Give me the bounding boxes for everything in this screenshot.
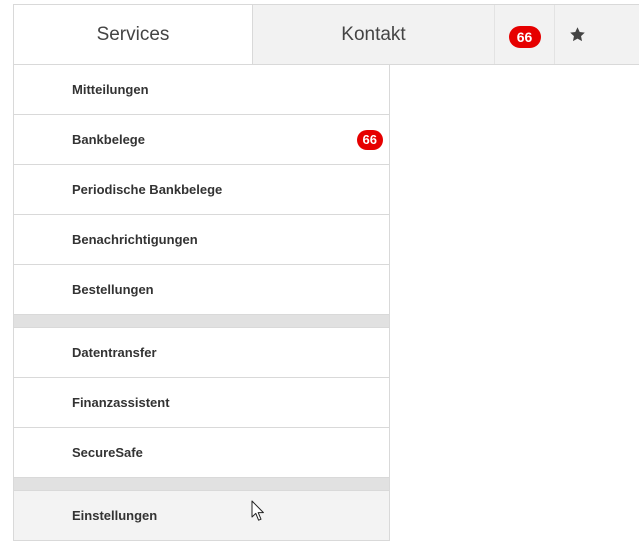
menu-item-label: Benachrichtigungen [72,232,198,247]
menu-separator [14,478,389,491]
tab-kontakt-label: Kontakt [341,23,406,45]
tab-services[interactable]: Services [13,5,253,64]
menu-item-label: SecureSafe [72,445,143,460]
menu-item-label: Einstellungen [72,508,158,523]
menu-item-label: Bestellungen [72,282,154,297]
menu-item-finanzassistent[interactable]: Finanzassistent [14,378,389,428]
menu-item-mitteilungen[interactable]: Mitteilungen [14,65,389,115]
top-navigation: Services Kontakt 66 [13,4,639,65]
bankbelege-count-badge: 66 [356,129,383,150]
notifications-count-badge: 66 [508,25,541,48]
menu-item-label: Datentransfer [72,345,157,360]
tab-services-label: Services [96,23,170,45]
menu-item-datentransfer[interactable]: Datentransfer [14,328,389,378]
menu-item-label: Mitteilungen [72,82,149,97]
menu-item-securesafe[interactable]: SecureSafe [14,428,389,478]
tab-kontakt[interactable]: Kontakt [253,5,495,64]
menu-item-periodische-bankbelege[interactable]: Periodische Bankbelege [14,165,389,215]
mouse-pointer-icon [251,500,265,522]
menu-item-label: Bankbelege [72,132,145,147]
menu-separator [14,315,389,328]
menu-item-label: Finanzassistent [72,395,170,410]
star-icon [569,26,586,43]
menu-item-einstellungen[interactable]: Einstellungen [14,491,389,541]
menu-item-label: Periodische Bankbelege [72,182,223,197]
tab-notifications[interactable]: 66 [495,5,555,64]
services-menu: Mitteilungen Bankbelege 66 Periodische B… [13,65,390,541]
menu-item-bankbelege[interactable]: Bankbelege 66 [14,115,389,165]
menu-item-bestellungen[interactable]: Bestellungen [14,265,389,315]
tab-favorites[interactable] [555,5,639,64]
menu-item-benachrichtigungen[interactable]: Benachrichtigungen [14,215,389,265]
